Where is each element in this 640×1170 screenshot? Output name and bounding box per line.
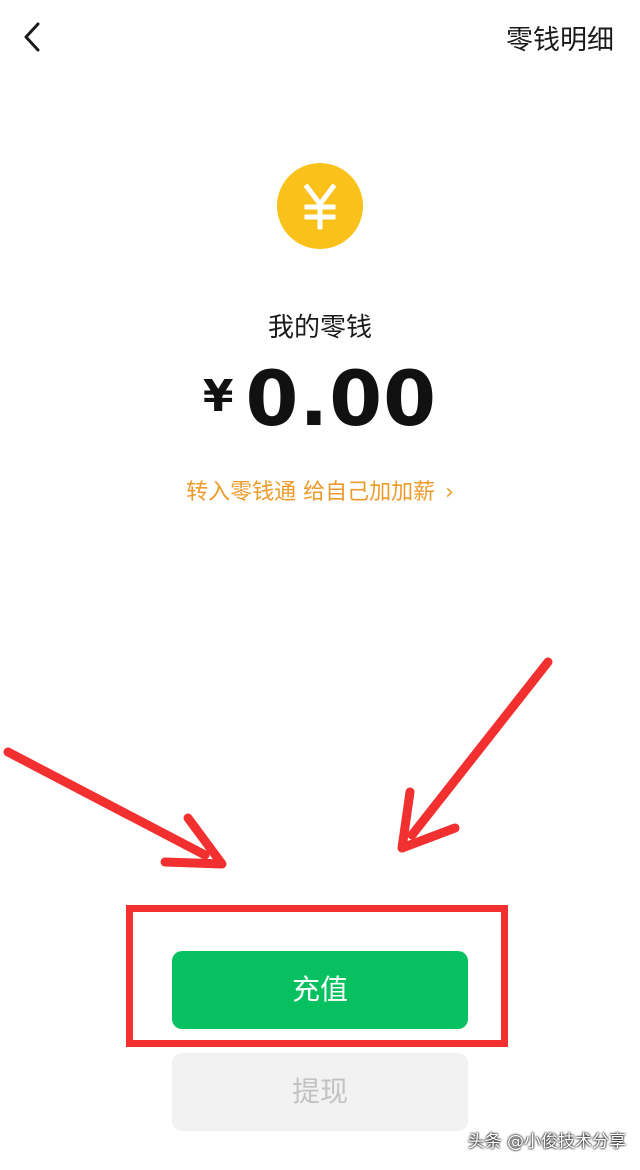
chevron-right-icon: › [445, 480, 454, 505]
recharge-button[interactable]: 充值 [172, 951, 468, 1029]
chevron-left-icon [24, 22, 40, 52]
yen-icon [303, 183, 337, 230]
left-arrow-icon [3, 747, 227, 869]
promo-text: 转入零钱通 给自己加加薪 [186, 480, 436, 505]
amount-value: 0.00 [245, 354, 438, 443]
balance-amount: ¥0.00 [0, 354, 640, 443]
coin-icon [277, 163, 363, 249]
transfer-to-lingqiantong-link[interactable]: 转入零钱通 给自己加加薪 › [0, 474, 640, 506]
balance-label: 我的零钱 [267, 313, 372, 343]
change-details-link[interactable]: 零钱明细 [506, 18, 614, 57]
currency-symbol: ¥ [202, 371, 234, 422]
right-arrow-icon [397, 657, 553, 853]
wallet-change-page: 零钱明细 我的零钱 ¥0.00 转入零钱通 给自己加加薪 › 充值 提现 头条 @ [0, 0, 640, 1170]
back-button[interactable] [14, 14, 54, 60]
watermark-text: 头条 @小俊技术分享 [467, 1132, 626, 1152]
withdraw-button[interactable]: 提现 [172, 1053, 468, 1131]
